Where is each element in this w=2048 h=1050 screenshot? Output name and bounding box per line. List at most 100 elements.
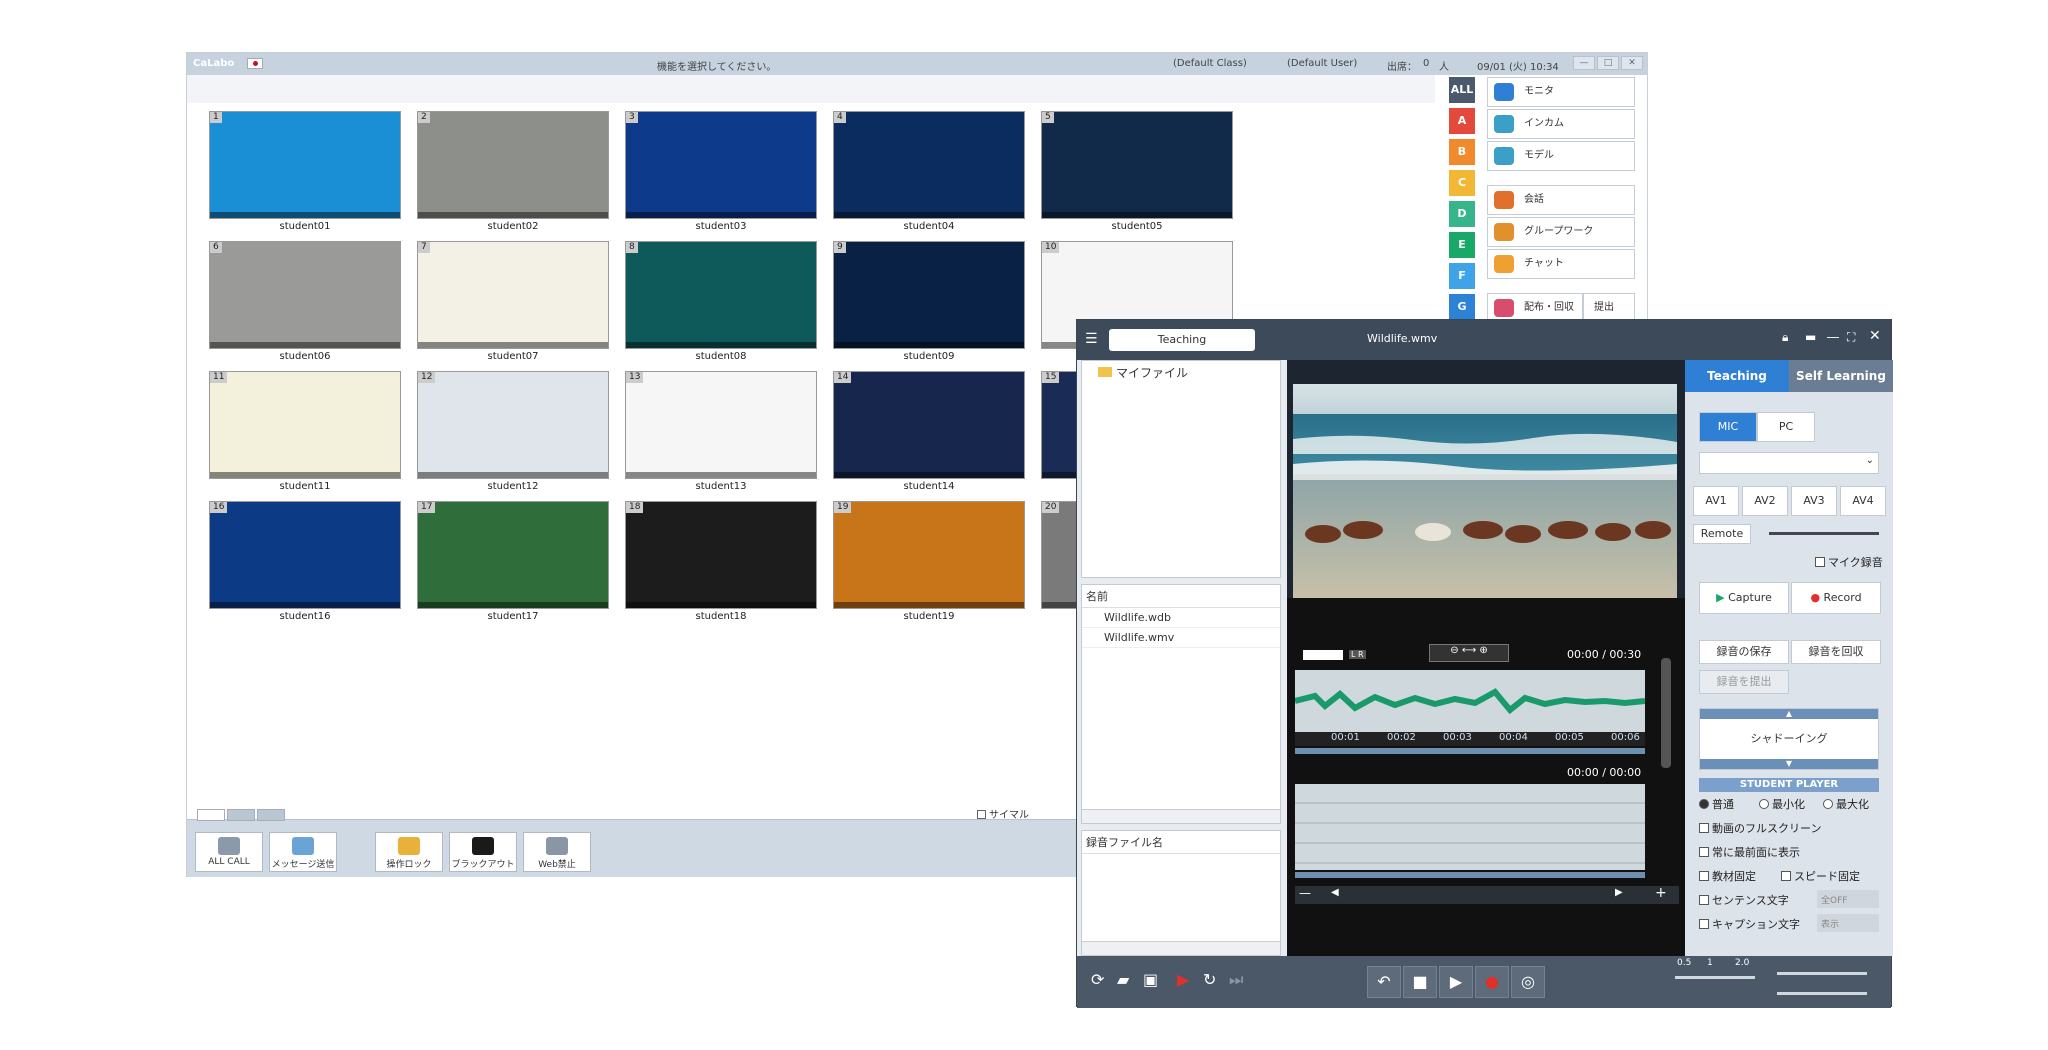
mic-button[interactable]: MIC xyxy=(1699,412,1757,442)
stop-button[interactable]: ■ xyxy=(1403,966,1437,998)
student-thumbnail[interactable]: 8 student08 xyxy=(625,241,817,362)
maximize-button[interactable]: □ xyxy=(1597,56,1619,70)
fix-material-checkbox[interactable]: 教材固定 xyxy=(1699,868,1756,884)
student-thumbnail[interactable]: 13 student13 xyxy=(625,371,817,492)
play-button[interactable]: ▶ xyxy=(1439,966,1473,998)
fullscreen-checkbox[interactable]: 動画のフルスクリーン xyxy=(1699,820,1821,836)
source-dropdown[interactable]: ⌄ xyxy=(1699,452,1879,474)
video-frame[interactable] xyxy=(1293,384,1677,598)
rec-button[interactable]: ● xyxy=(1475,966,1509,998)
remote-button[interactable]: Remote xyxy=(1693,524,1751,544)
minimize-icon[interactable]: ▬ xyxy=(1805,330,1816,344)
view-grid-large-tab[interactable] xyxy=(257,809,285,821)
view-grid-small-tab[interactable] xyxy=(197,809,225,821)
submit-recording-button[interactable]: 録音を提出 xyxy=(1699,670,1789,694)
view-minimize-radio[interactable]: 最小化 xyxy=(1759,796,1805,812)
student-thumbnail[interactable]: 12 student12 xyxy=(417,371,609,492)
student-thumbnail[interactable]: 5 student05 xyxy=(1041,111,1233,232)
file-item[interactable]: Wildlife.wdb xyxy=(1082,608,1280,628)
skip-icon[interactable]: ⏭ xyxy=(1229,970,1243,990)
blackout-button[interactable]: ブラックアウト xyxy=(449,832,517,872)
web-block-button[interactable]: Web禁止 xyxy=(523,832,591,872)
view-grid-medium-tab[interactable] xyxy=(227,809,255,821)
send-message-button[interactable]: メッセージ送信 xyxy=(269,832,337,872)
allcall-button[interactable]: ALL CALL xyxy=(195,832,263,872)
caption-select[interactable]: 表示 xyxy=(1817,914,1879,932)
always-front-checkbox[interactable]: 常に最前面に表示 xyxy=(1699,844,1800,860)
group-button[interactable]: E xyxy=(1449,232,1475,258)
close-button[interactable]: ✕ xyxy=(1621,56,1643,70)
record-marker-icon[interactable]: ▶ xyxy=(1177,970,1189,989)
group-button[interactable]: B xyxy=(1449,139,1475,165)
folder-tree[interactable]: マイファイル xyxy=(1081,360,1281,578)
student-thumbnail[interactable]: 3 student03 xyxy=(625,111,817,232)
mode-selector[interactable]: Teaching xyxy=(1109,329,1255,351)
student-thumbnail[interactable]: 4 student04 xyxy=(833,111,1025,232)
horizontal-scrollbar[interactable] xyxy=(1082,941,1280,955)
function-button[interactable]: チャット xyxy=(1487,249,1635,279)
av1-button[interactable]: AV1 xyxy=(1693,486,1739,516)
student-thumbnail[interactable]: 2 student02 xyxy=(417,111,609,232)
group-button[interactable]: G xyxy=(1449,294,1475,320)
volume-vertical-slider[interactable] xyxy=(1661,658,1671,768)
operation-lock-button[interactable]: 操作ロック xyxy=(375,832,443,872)
student-thumbnail[interactable]: 7 student07 xyxy=(417,241,609,362)
tab-teaching[interactable]: Teaching xyxy=(1685,360,1789,392)
capture-button[interactable]: ▶ Capture xyxy=(1699,582,1789,614)
caption-checkbox[interactable]: キャプション文字 xyxy=(1699,916,1800,932)
file-item[interactable]: Wildlife.wmv xyxy=(1082,628,1280,648)
group-button[interactable]: D xyxy=(1449,201,1475,227)
student-thumbnail[interactable]: 6 student06 xyxy=(209,241,401,362)
student-thumbnail[interactable]: 18 student18 xyxy=(625,501,817,622)
sentence-select[interactable]: 全OFF xyxy=(1817,890,1879,908)
folder-item[interactable]: マイファイル xyxy=(1082,361,1280,381)
recording-slider[interactable] xyxy=(1295,872,1645,878)
view-mode-tabs[interactable] xyxy=(197,806,285,825)
horizontal-scrollbar[interactable] xyxy=(1082,809,1280,823)
minimize-button[interactable]: — xyxy=(1573,56,1595,70)
close-icon[interactable]: ✕ xyxy=(1869,328,1881,344)
restore-icon[interactable]: ― xyxy=(1827,330,1839,344)
student-thumbnail[interactable]: 16 student16 xyxy=(209,501,401,622)
student-thumbnail[interactable]: 11 student11 xyxy=(209,371,401,492)
view-maximize-radio[interactable]: 最大化 xyxy=(1823,796,1869,812)
view-normal-radio[interactable]: 普通 xyxy=(1699,796,1734,812)
playback-slider[interactable] xyxy=(1295,748,1645,754)
zoom-in-icon[interactable]: + xyxy=(1655,885,1667,901)
open-folder-icon[interactable]: ▰ xyxy=(1117,970,1129,989)
settings-button[interactable]: ◎ xyxy=(1511,966,1545,998)
volume-slider-2[interactable] xyxy=(1777,992,1867,995)
waveform[interactable] xyxy=(1294,670,1646,732)
record-button[interactable]: ● Record xyxy=(1791,582,1881,614)
group-button[interactable]: F xyxy=(1449,263,1475,289)
loop-icon[interactable]: ↻ xyxy=(1203,970,1216,989)
fix-speed-checkbox[interactable]: スピード固定 xyxy=(1781,868,1860,884)
speed-slider[interactable] xyxy=(1675,976,1755,979)
group-button[interactable]: C xyxy=(1449,170,1475,196)
shadowing-box[interactable]: ▲ シャドーイング ▼ xyxy=(1699,708,1879,770)
simul-checkbox[interactable]: サイマル xyxy=(977,806,1029,821)
student-thumbnail[interactable]: 9 student09 xyxy=(833,241,1025,362)
function-button[interactable]: モニタ xyxy=(1487,77,1635,107)
function-button[interactable]: インカム xyxy=(1487,109,1635,139)
student-thumbnail[interactable]: 1 student01 xyxy=(209,111,401,232)
fullscreen-icon[interactable]: ⛶ xyxy=(1847,330,1855,345)
refresh-icon[interactable]: ⟳ xyxy=(1091,970,1104,989)
down-arrow-icon[interactable]: ▼ xyxy=(1700,759,1878,769)
group-button[interactable]: ALL xyxy=(1449,77,1475,103)
sentence-checkbox[interactable]: センテンス文字 xyxy=(1699,892,1789,908)
zoom-out-icon[interactable]: — xyxy=(1299,886,1311,900)
zoom-control[interactable]: ⊖ ⟷ ⊕ xyxy=(1429,644,1509,662)
track-scrollbar[interactable]: — ◀ ▶ + xyxy=(1295,885,1679,904)
scroll-left-icon[interactable]: ◀ xyxy=(1331,887,1339,898)
rewind-button[interactable]: ↶ xyxy=(1367,966,1401,998)
recording-track[interactable] xyxy=(1295,784,1645,870)
input-volume-slider[interactable] xyxy=(1769,532,1879,535)
mic-record-checkbox[interactable]: マイク録音 xyxy=(1815,554,1883,570)
group-button[interactable]: A xyxy=(1449,108,1475,134)
function-button[interactable]: モデル xyxy=(1487,141,1635,171)
up-arrow-icon[interactable]: ▲ xyxy=(1700,709,1878,719)
function-button[interactable]: 会話 xyxy=(1487,185,1635,215)
student-thumbnail[interactable]: 19 student19 xyxy=(833,501,1025,622)
volume-slider[interactable] xyxy=(1777,972,1867,975)
